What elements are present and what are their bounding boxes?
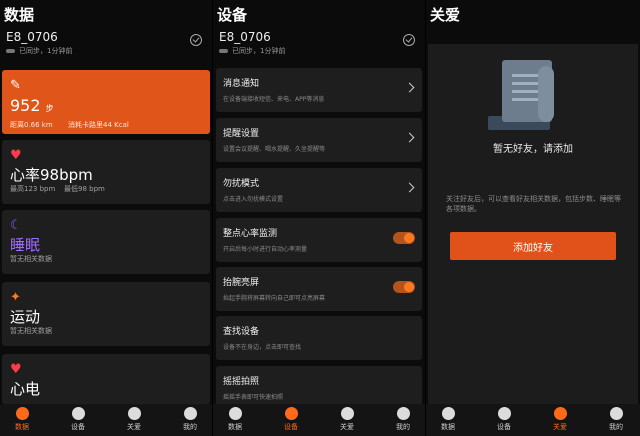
- user-tab-icon: [183, 407, 197, 420]
- sleep-desc: 暂无相关数据: [10, 255, 52, 263]
- page-title: 数据: [4, 6, 35, 24]
- user-tab-icon: [609, 407, 623, 420]
- tab-mine[interactable]: 我的: [170, 407, 210, 432]
- hourly-hr-toggle[interactable]: [393, 232, 415, 244]
- raise-wake-toggle[interactable]: [393, 281, 415, 293]
- setting-title: 摇摇拍照: [223, 377, 260, 387]
- heart-rate-min: 最低98 bpm: [64, 185, 105, 193]
- device-tab-icon: [497, 407, 511, 420]
- sleep-title: 睡眠: [10, 236, 41, 254]
- setting-title: 抬腕亮屏: [223, 278, 260, 288]
- setting-desc: 摇摇手表即可快速拍照: [223, 394, 284, 401]
- steps-unit: 步: [45, 104, 54, 113]
- sync-status: 已同步，1分钟前: [219, 46, 285, 56]
- tab-bar: 数据 设备 关爱 我的: [0, 404, 212, 436]
- setting-title: 提醒设置: [223, 129, 260, 139]
- tab-bar: 数据 设备 关爱 我的: [213, 404, 425, 436]
- sport-title: 运动: [10, 308, 41, 326]
- device-tab-icon: [284, 407, 298, 420]
- tab-mine[interactable]: 我的: [383, 407, 423, 432]
- sync-check-icon[interactable]: [403, 34, 415, 46]
- tab-mine[interactable]: 我的: [596, 407, 636, 432]
- user-tab-icon: [396, 407, 410, 420]
- setting-notifications[interactable]: 消息通知 在设备端接收短信、来电、APP等消息: [216, 68, 422, 112]
- setting-desc: 抬起手腕将屏幕转向自己即可点亮屏幕: [223, 295, 326, 302]
- setting-title: 查找设备: [223, 327, 260, 337]
- sync-status: 已同步，1分钟前: [6, 46, 72, 56]
- tab-bar: 数据 设备 关爱 我的: [426, 404, 640, 436]
- setting-desc: 在设备端接收短信、来电、APP等消息: [223, 96, 325, 103]
- setting-title: 消息通知: [223, 79, 260, 89]
- chevron-right-icon: [404, 132, 415, 143]
- tab-care[interactable]: 关爱: [327, 407, 367, 432]
- empty-friends-state: 暂无好友，请添加 关注好友后，可以查看好友相关数据，包括步数、睡眠等各项数据。 …: [428, 44, 638, 404]
- steps-value: 952: [10, 96, 41, 115]
- device-name: E8_0706: [219, 30, 271, 44]
- device-name: E8_0706: [6, 30, 58, 44]
- heart-tab-icon: [553, 407, 567, 420]
- setting-raise-wake: 抬腕亮屏 抬起手腕将屏幕转向自己即可点亮屏幕: [216, 267, 422, 311]
- tab-data[interactable]: 数据: [2, 407, 42, 432]
- tab-data[interactable]: 数据: [215, 407, 255, 432]
- device-panel: 设备 E8_0706 已同步，1分钟前 消息通知 在设备端接收短信、来电、APP…: [213, 0, 425, 436]
- heart-rate-value: 心率98bpm: [10, 166, 93, 184]
- tab-device[interactable]: 设备: [484, 407, 524, 432]
- data-panel: 数据 E8_0706 已同步，1分钟前 ✎ 952 步 距离0.66 km 消耗…: [0, 0, 212, 436]
- device-status[interactable]: E8_0706 已同步，1分钟前: [219, 30, 419, 60]
- page-title: 关爱: [430, 6, 461, 24]
- running-icon: ✦: [10, 290, 21, 305]
- tab-care[interactable]: 关爱: [540, 407, 580, 432]
- tab-data[interactable]: 数据: [428, 407, 468, 432]
- setting-dnd[interactable]: 勿扰模式 点击进入勿扰模式设置: [216, 168, 422, 212]
- chevron-right-icon: [404, 82, 415, 93]
- distance-text: 距离0.66 km: [10, 121, 53, 129]
- setting-desc: 点击进入勿扰模式设置: [223, 196, 284, 203]
- data-tab-icon: [15, 407, 29, 420]
- ecg-icon: ♥: [10, 362, 22, 377]
- setting-hourly-hr: 整点心率监测 开启后每小时进行自动心率测量: [216, 218, 422, 262]
- heart-icon: ♥: [10, 148, 22, 163]
- tab-care[interactable]: 关爱: [114, 407, 154, 432]
- moon-icon: ☾: [10, 218, 22, 233]
- sport-card[interactable]: ✦ 运动 暂无相关数据: [2, 282, 210, 346]
- heart-rate-card[interactable]: ♥ 心率98bpm 最高123 bpm 最低98 bpm: [2, 140, 210, 204]
- setting-title: 整点心率监测: [223, 229, 278, 239]
- device-tab-icon: [71, 407, 85, 420]
- setting-reminders[interactable]: 提醒设置 设置会议提醒、喝水提醒、久坐提醒等: [216, 118, 422, 162]
- page-title: 设备: [217, 6, 248, 24]
- empty-desc: 关注好友后，可以查看好友相关数据，包括步数、睡眠等各项数据。: [446, 195, 621, 213]
- tab-device[interactable]: 设备: [271, 407, 311, 432]
- calories-text: 消耗卡路里44 Kcal: [68, 121, 129, 129]
- empty-title: 暂无好友，请添加: [493, 144, 573, 155]
- data-tab-icon: [441, 407, 455, 420]
- setting-desc: 设备不在身边，点击即可查找: [223, 344, 302, 351]
- ecg-card[interactable]: ♥ 心电: [2, 354, 210, 404]
- ecg-title: 心电: [10, 380, 41, 398]
- care-panel: 关爱 暂无好友，请添加 关注好友后，可以查看好友相关数据，包括步数、睡眠等各项数…: [426, 0, 640, 436]
- setting-desc: 设置会议提醒、喝水提醒、久坐提醒等: [223, 146, 326, 153]
- setting-find-device[interactable]: 查找设备 设备不在身边，点击即可查找: [216, 316, 422, 360]
- chevron-right-icon: [404, 182, 415, 193]
- add-friend-button[interactable]: 添加好友: [450, 232, 616, 260]
- device-status[interactable]: E8_0706 已同步，1分钟前: [6, 30, 206, 60]
- heart-rate-max: 最高123 bpm: [10, 185, 56, 193]
- heart-tab-icon: [127, 407, 141, 420]
- empty-document-icon: [488, 60, 572, 130]
- sport-desc: 暂无相关数据: [10, 327, 52, 335]
- steps-card[interactable]: ✎ 952 步 距离0.66 km 消耗卡路里44 Kcal: [2, 70, 210, 134]
- sleep-card[interactable]: ☾ 睡眠 暂无相关数据: [2, 210, 210, 274]
- setting-desc: 开启后每小时进行自动心率测量: [223, 246, 308, 253]
- sync-check-icon[interactable]: [190, 34, 202, 46]
- steps-icon: ✎: [10, 78, 21, 93]
- setting-title: 勿扰模式: [223, 179, 260, 189]
- tab-device[interactable]: 设备: [58, 407, 98, 432]
- heart-tab-icon: [340, 407, 354, 420]
- data-tab-icon: [228, 407, 242, 420]
